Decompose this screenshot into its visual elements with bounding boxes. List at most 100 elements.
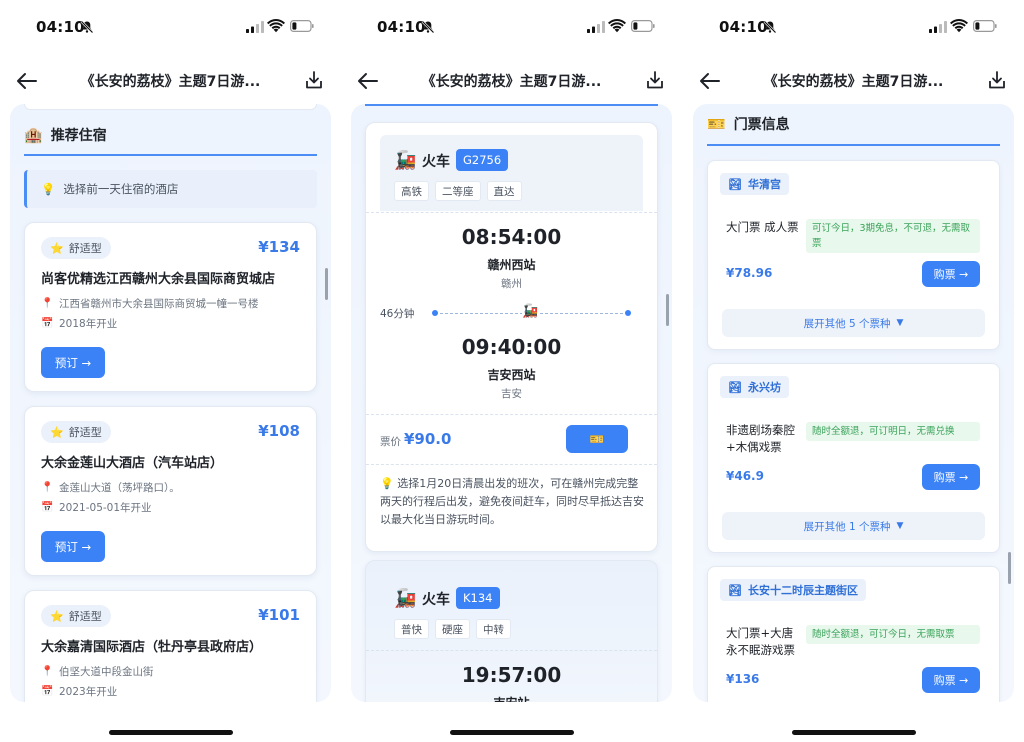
attraction-name: 永兴坊 bbox=[747, 381, 781, 394]
hotel-name: 尚客优精选江西赣州大余县国际商贸城店 bbox=[41, 272, 276, 287]
content-scroll-area[interactable]: 🚂 火车 G2756 高铁 二等座 直达 08:54:00 赣州西站 赣州 46… bbox=[351, 104, 672, 702]
train-header: 🚂 火车 K134 普快 硬座 中转 bbox=[380, 573, 643, 649]
download-icon[interactable] bbox=[644, 69, 666, 91]
section-header-tickets: 🎫 门票信息 bbox=[707, 104, 1000, 146]
phone-screen-tickets: 04:10 《长安的荔枝》主题7日游... 🎫 门票信息 🏞 华清宫 大门票 成人… bbox=[683, 0, 1024, 742]
star-icon: ⭐ bbox=[50, 241, 64, 255]
back-arrow-icon[interactable] bbox=[357, 71, 379, 91]
hotel-card[interactable]: ⭐ 舒适型 ¥101 大余嘉清国际酒店（牡丹亭县政府店） 📍 伯坚大道中段金山街 📅… bbox=[24, 590, 317, 702]
attraction-card: 🏞 华清宫 大门票 成人票 可订今日，3期免息，不可退，无需取票 ¥78.96 购… bbox=[707, 160, 1000, 350]
ticket-policy-note: 可订今日，3期免息，不可退，无需取票 bbox=[806, 219, 980, 253]
attraction-name-tag: 🏞 长安十二时辰主题街区 bbox=[720, 579, 866, 601]
attraction-name: 长安十二时辰主题街区 bbox=[747, 584, 858, 597]
train-tag: 直达 bbox=[486, 181, 522, 201]
hotel-address: 📍 金莲山大道（荡坪路口）。 bbox=[41, 480, 306, 495]
status-bar: 04:10 bbox=[341, 16, 682, 40]
back-arrow-icon[interactable] bbox=[699, 71, 721, 91]
calendar-icon: 📅 bbox=[41, 502, 54, 513]
hotel-card[interactable]: ⭐ 舒适型 ¥134 尚客优精选江西赣州大余县国际商贸城店 📍 江西省赣州市大余县国… bbox=[24, 222, 317, 392]
back-arrow-icon[interactable] bbox=[16, 71, 38, 91]
tip-text: 选择前一天住宿的酒店 bbox=[63, 182, 179, 196]
expand-label: 展开其他 1 个票种 bbox=[803, 520, 891, 533]
home-indicator[interactable] bbox=[449, 730, 574, 735]
ticket-icon: 🎫 bbox=[707, 115, 726, 133]
cellular-signal-icon bbox=[929, 21, 947, 33]
badge-text: 舒适型 bbox=[68, 610, 102, 623]
train-tag: 硬座 bbox=[435, 619, 470, 639]
landscape-icon: 🏞 bbox=[728, 380, 742, 394]
locomotive-icon: 🚂 bbox=[394, 588, 417, 609]
ticket-policy-note: 随时全额退，可订今日，无需取票 bbox=[806, 625, 980, 644]
nav-bar: 《长安的荔枝》主题7日游... bbox=[683, 66, 1024, 96]
page-title: 《长安的荔枝》主题7日游... bbox=[763, 74, 944, 90]
hotel-address: 📍 江西省赣州市大余县国际商贸城一幢一号楼 bbox=[41, 296, 306, 311]
landscape-icon: 🏞 bbox=[728, 583, 742, 597]
hotel-price: ¥101 bbox=[258, 606, 300, 624]
departure-station: 赣州西站 bbox=[487, 258, 536, 272]
hotel-opened: 📅 2021-05-01年开业 bbox=[41, 500, 306, 515]
hotel-address: 📍 伯坚大道中段金山街 bbox=[41, 664, 306, 679]
hotel-name: 大余嘉清国际酒店（牡丹亭县政府店） bbox=[41, 640, 263, 655]
departure-city: 赣州 bbox=[501, 278, 522, 290]
status-bar: 04:10 bbox=[683, 16, 1024, 40]
ticket-price: ¥46.9 bbox=[726, 469, 764, 483]
mute-bell-icon bbox=[763, 20, 777, 34]
home-indicator[interactable] bbox=[791, 730, 916, 735]
content-scroll-area[interactable]: 🏨 推荐住宿 💡 选择前一天住宿的酒店 ⭐ 舒适型 ¥134 尚客优精选江西赣州大… bbox=[10, 104, 331, 702]
download-icon[interactable] bbox=[986, 69, 1008, 91]
triangle-down-icon: ▼ bbox=[896, 318, 904, 328]
nav-bar: 《长安的荔枝》主题7日游... bbox=[341, 66, 682, 96]
battery-icon bbox=[631, 20, 655, 32]
mute-bell-icon bbox=[421, 20, 435, 34]
divider bbox=[366, 414, 657, 415]
nav-bar: 《长安的荔枝》主题7日游... bbox=[0, 66, 341, 96]
train-tag: 普快 bbox=[394, 619, 429, 639]
location-pin-icon: 📍 bbox=[41, 298, 54, 309]
star-icon: ⭐ bbox=[50, 425, 64, 439]
fare-value: ¥90.0 bbox=[404, 430, 452, 448]
train-tag: 二等座 bbox=[435, 181, 481, 201]
scrollbar-thumb[interactable] bbox=[325, 268, 328, 300]
previous-card-edge bbox=[24, 104, 317, 110]
ticket-type: 非遗剧场秦腔+木偶戏票 bbox=[726, 423, 795, 454]
arrival-station: 吉安西站 bbox=[487, 368, 536, 382]
hotel-tier-badge: ⭐ 舒适型 bbox=[41, 421, 111, 443]
address-text: 江西省赣州市大余县国际商贸城一幢一号楼 bbox=[59, 298, 259, 310]
transport-type: 火车 bbox=[422, 592, 450, 608]
home-indicator[interactable] bbox=[108, 730, 233, 735]
expand-more-tickets[interactable]: 展开其他 1 个票种 ▼ bbox=[722, 512, 985, 540]
battery-icon bbox=[973, 20, 997, 32]
ticket-price: ¥78.96 bbox=[726, 266, 773, 280]
train-card[interactable]: 🚂 火车 K134 普快 硬座 中转 19:57:00 吉安站 bbox=[365, 560, 658, 702]
locomotive-icon: 🚂 bbox=[522, 304, 539, 319]
scrollbar-thumb[interactable] bbox=[666, 294, 669, 326]
hotel-tier-badge: ⭐ 舒适型 bbox=[41, 237, 111, 259]
buy-ticket-button[interactable]: 购票 → bbox=[922, 667, 980, 693]
scrollbar-thumb[interactable] bbox=[1008, 552, 1011, 584]
calendar-icon: 📅 bbox=[41, 318, 54, 329]
route-end-dot bbox=[625, 310, 631, 316]
buy-ticket-button[interactable]: 🎫 bbox=[566, 425, 628, 453]
hotel-opened: 📅 2018年开业 bbox=[41, 316, 306, 331]
content-scroll-area[interactable]: 🎫 门票信息 🏞 华清宫 大门票 成人票 可订今日，3期免息，不可退，无需取票 ¥… bbox=[693, 104, 1014, 702]
cellular-signal-icon bbox=[587, 21, 605, 33]
arrival-city: 吉安 bbox=[501, 388, 522, 400]
train-tags: 普快 硬座 中转 bbox=[394, 619, 511, 639]
book-button[interactable]: 预订 → bbox=[41, 347, 105, 378]
page-title: 《长安的荔枝》主题7日游... bbox=[421, 74, 602, 90]
route-start-dot bbox=[432, 310, 438, 316]
hotel-card[interactable]: ⭐ 舒适型 ¥108 大余金莲山大酒店（汽车站店） 📍 金莲山大道（荡坪路口）。 📅… bbox=[24, 406, 317, 576]
triangle-down-icon: ▼ bbox=[896, 521, 904, 531]
transport-type: 火车 bbox=[422, 154, 450, 170]
attraction-name-tag: 🏞 永兴坊 bbox=[720, 376, 789, 398]
lightbulb-icon: 💡 bbox=[41, 182, 56, 196]
expand-more-tickets[interactable]: 展开其他 5 个票种 ▼ bbox=[722, 309, 985, 337]
opened-text: 2023年开业 bbox=[59, 686, 118, 698]
download-icon[interactable] bbox=[303, 69, 325, 91]
book-button[interactable]: 预订 → bbox=[41, 531, 105, 562]
buy-ticket-button[interactable]: 购票 → bbox=[922, 261, 980, 287]
arrival-time: 09:40:00 bbox=[461, 335, 562, 359]
buy-ticket-button[interactable]: 购票 → bbox=[922, 464, 980, 490]
section-title: 门票信息 bbox=[733, 117, 790, 133]
train-card[interactable]: 🚂 火车 G2756 高铁 二等座 直达 08:54:00 赣州西站 赣州 46… bbox=[365, 122, 658, 552]
